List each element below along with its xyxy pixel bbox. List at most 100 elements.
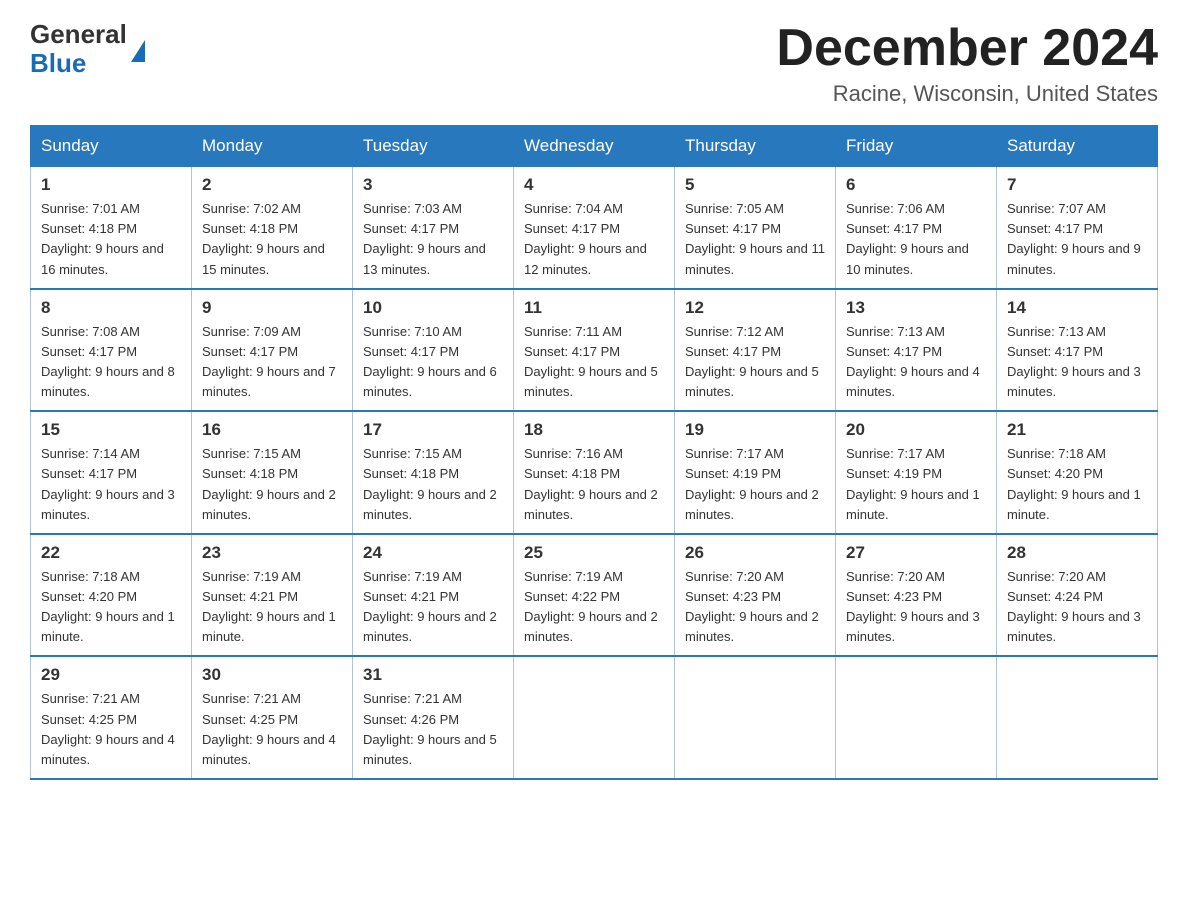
table-row: 27 Sunrise: 7:20 AM Sunset: 4:23 PM Dayl… xyxy=(836,534,997,657)
title-block: December 2024 Racine, Wisconsin, United … xyxy=(776,20,1158,107)
day-info: Sunrise: 7:13 AM Sunset: 4:17 PM Dayligh… xyxy=(1007,322,1147,403)
day-info: Sunrise: 7:19 AM Sunset: 4:21 PM Dayligh… xyxy=(363,567,503,648)
day-number: 27 xyxy=(846,543,986,563)
calendar-table: Sunday Monday Tuesday Wednesday Thursday… xyxy=(30,125,1158,780)
day-number: 14 xyxy=(1007,298,1147,318)
day-info: Sunrise: 7:06 AM Sunset: 4:17 PM Dayligh… xyxy=(846,199,986,280)
day-info: Sunrise: 7:19 AM Sunset: 4:21 PM Dayligh… xyxy=(202,567,342,648)
table-row: 22 Sunrise: 7:18 AM Sunset: 4:20 PM Dayl… xyxy=(31,534,192,657)
table-row: 4 Sunrise: 7:04 AM Sunset: 4:17 PM Dayli… xyxy=(514,167,675,289)
calendar-week-row: 29 Sunrise: 7:21 AM Sunset: 4:25 PM Dayl… xyxy=(31,656,1158,779)
day-info: Sunrise: 7:01 AM Sunset: 4:18 PM Dayligh… xyxy=(41,199,181,280)
table-row: 3 Sunrise: 7:03 AM Sunset: 4:17 PM Dayli… xyxy=(353,167,514,289)
day-info: Sunrise: 7:20 AM Sunset: 4:23 PM Dayligh… xyxy=(685,567,825,648)
location-subtitle: Racine, Wisconsin, United States xyxy=(776,81,1158,107)
logo-blue-text: Blue xyxy=(30,49,127,78)
table-row: 30 Sunrise: 7:21 AM Sunset: 4:25 PM Dayl… xyxy=(192,656,353,779)
day-number: 6 xyxy=(846,175,986,195)
table-row: 14 Sunrise: 7:13 AM Sunset: 4:17 PM Dayl… xyxy=(997,289,1158,412)
day-number: 8 xyxy=(41,298,181,318)
day-info: Sunrise: 7:05 AM Sunset: 4:17 PM Dayligh… xyxy=(685,199,825,280)
table-row: 20 Sunrise: 7:17 AM Sunset: 4:19 PM Dayl… xyxy=(836,411,997,534)
day-number: 16 xyxy=(202,420,342,440)
day-info: Sunrise: 7:18 AM Sunset: 4:20 PM Dayligh… xyxy=(1007,444,1147,525)
day-info: Sunrise: 7:18 AM Sunset: 4:20 PM Dayligh… xyxy=(41,567,181,648)
table-row: 28 Sunrise: 7:20 AM Sunset: 4:24 PM Dayl… xyxy=(997,534,1158,657)
table-row: 31 Sunrise: 7:21 AM Sunset: 4:26 PM Dayl… xyxy=(353,656,514,779)
col-tuesday: Tuesday xyxy=(353,126,514,167)
day-number: 18 xyxy=(524,420,664,440)
day-info: Sunrise: 7:20 AM Sunset: 4:24 PM Dayligh… xyxy=(1007,567,1147,648)
table-row: 15 Sunrise: 7:14 AM Sunset: 4:17 PM Dayl… xyxy=(31,411,192,534)
day-number: 26 xyxy=(685,543,825,563)
col-thursday: Thursday xyxy=(675,126,836,167)
col-friday: Friday xyxy=(836,126,997,167)
day-number: 30 xyxy=(202,665,342,685)
day-info: Sunrise: 7:08 AM Sunset: 4:17 PM Dayligh… xyxy=(41,322,181,403)
day-info: Sunrise: 7:02 AM Sunset: 4:18 PM Dayligh… xyxy=(202,199,342,280)
day-number: 2 xyxy=(202,175,342,195)
calendar-week-row: 15 Sunrise: 7:14 AM Sunset: 4:17 PM Dayl… xyxy=(31,411,1158,534)
table-row: 13 Sunrise: 7:13 AM Sunset: 4:17 PM Dayl… xyxy=(836,289,997,412)
day-number: 11 xyxy=(524,298,664,318)
day-number: 28 xyxy=(1007,543,1147,563)
table-row xyxy=(514,656,675,779)
table-row: 6 Sunrise: 7:06 AM Sunset: 4:17 PM Dayli… xyxy=(836,167,997,289)
table-row: 11 Sunrise: 7:11 AM Sunset: 4:17 PM Dayl… xyxy=(514,289,675,412)
table-row: 17 Sunrise: 7:15 AM Sunset: 4:18 PM Dayl… xyxy=(353,411,514,534)
day-number: 21 xyxy=(1007,420,1147,440)
day-info: Sunrise: 7:10 AM Sunset: 4:17 PM Dayligh… xyxy=(363,322,503,403)
day-number: 13 xyxy=(846,298,986,318)
col-sunday: Sunday xyxy=(31,126,192,167)
day-number: 20 xyxy=(846,420,986,440)
day-number: 15 xyxy=(41,420,181,440)
day-info: Sunrise: 7:07 AM Sunset: 4:17 PM Dayligh… xyxy=(1007,199,1147,280)
table-row: 9 Sunrise: 7:09 AM Sunset: 4:17 PM Dayli… xyxy=(192,289,353,412)
day-number: 24 xyxy=(363,543,503,563)
col-saturday: Saturday xyxy=(997,126,1158,167)
day-info: Sunrise: 7:15 AM Sunset: 4:18 PM Dayligh… xyxy=(363,444,503,525)
day-info: Sunrise: 7:14 AM Sunset: 4:17 PM Dayligh… xyxy=(41,444,181,525)
table-row: 8 Sunrise: 7:08 AM Sunset: 4:17 PM Dayli… xyxy=(31,289,192,412)
day-info: Sunrise: 7:21 AM Sunset: 4:25 PM Dayligh… xyxy=(202,689,342,770)
logo: General Blue xyxy=(30,20,145,77)
day-info: Sunrise: 7:21 AM Sunset: 4:25 PM Dayligh… xyxy=(41,689,181,770)
table-row: 21 Sunrise: 7:18 AM Sunset: 4:20 PM Dayl… xyxy=(997,411,1158,534)
day-number: 1 xyxy=(41,175,181,195)
calendar-body: 1 Sunrise: 7:01 AM Sunset: 4:18 PM Dayli… xyxy=(31,167,1158,779)
table-row: 10 Sunrise: 7:10 AM Sunset: 4:17 PM Dayl… xyxy=(353,289,514,412)
day-info: Sunrise: 7:19 AM Sunset: 4:22 PM Dayligh… xyxy=(524,567,664,648)
table-row: 19 Sunrise: 7:17 AM Sunset: 4:19 PM Dayl… xyxy=(675,411,836,534)
col-monday: Monday xyxy=(192,126,353,167)
logo-general-text: General xyxy=(30,20,127,49)
table-row: 1 Sunrise: 7:01 AM Sunset: 4:18 PM Dayli… xyxy=(31,167,192,289)
table-row: 16 Sunrise: 7:15 AM Sunset: 4:18 PM Dayl… xyxy=(192,411,353,534)
day-number: 12 xyxy=(685,298,825,318)
table-row xyxy=(675,656,836,779)
table-row: 12 Sunrise: 7:12 AM Sunset: 4:17 PM Dayl… xyxy=(675,289,836,412)
day-number: 9 xyxy=(202,298,342,318)
day-info: Sunrise: 7:04 AM Sunset: 4:17 PM Dayligh… xyxy=(524,199,664,280)
table-row: 29 Sunrise: 7:21 AM Sunset: 4:25 PM Dayl… xyxy=(31,656,192,779)
day-info: Sunrise: 7:09 AM Sunset: 4:17 PM Dayligh… xyxy=(202,322,342,403)
day-info: Sunrise: 7:11 AM Sunset: 4:17 PM Dayligh… xyxy=(524,322,664,403)
calendar-week-row: 8 Sunrise: 7:08 AM Sunset: 4:17 PM Dayli… xyxy=(31,289,1158,412)
calendar-header: Sunday Monday Tuesday Wednesday Thursday… xyxy=(31,126,1158,167)
day-number: 31 xyxy=(363,665,503,685)
day-number: 25 xyxy=(524,543,664,563)
day-info: Sunrise: 7:12 AM Sunset: 4:17 PM Dayligh… xyxy=(685,322,825,403)
day-info: Sunrise: 7:15 AM Sunset: 4:18 PM Dayligh… xyxy=(202,444,342,525)
calendar-week-row: 22 Sunrise: 7:18 AM Sunset: 4:20 PM Dayl… xyxy=(31,534,1158,657)
day-number: 5 xyxy=(685,175,825,195)
table-row xyxy=(997,656,1158,779)
table-row: 5 Sunrise: 7:05 AM Sunset: 4:17 PM Dayli… xyxy=(675,167,836,289)
day-number: 19 xyxy=(685,420,825,440)
day-info: Sunrise: 7:13 AM Sunset: 4:17 PM Dayligh… xyxy=(846,322,986,403)
day-info: Sunrise: 7:03 AM Sunset: 4:17 PM Dayligh… xyxy=(363,199,503,280)
calendar-week-row: 1 Sunrise: 7:01 AM Sunset: 4:18 PM Dayli… xyxy=(31,167,1158,289)
table-row: 23 Sunrise: 7:19 AM Sunset: 4:21 PM Dayl… xyxy=(192,534,353,657)
day-number: 29 xyxy=(41,665,181,685)
table-row: 26 Sunrise: 7:20 AM Sunset: 4:23 PM Dayl… xyxy=(675,534,836,657)
day-number: 17 xyxy=(363,420,503,440)
col-wednesday: Wednesday xyxy=(514,126,675,167)
